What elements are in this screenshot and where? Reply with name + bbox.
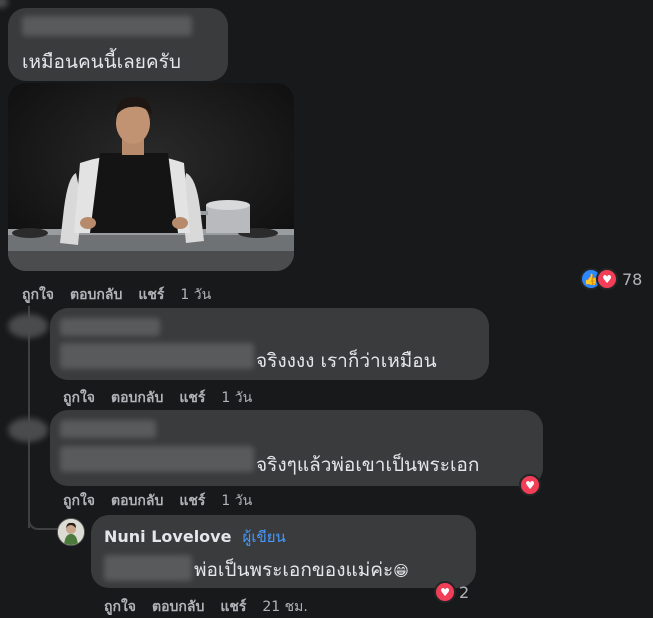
redacted-author-name [22,16,192,36]
redacted-mention [60,446,254,472]
love-icon: ♥ [519,474,541,496]
reply-text-content: พ่อเป็นพระเอกของแม่ค่ะ [194,559,394,581]
comment-photo[interactable] [8,83,294,271]
timestamp[interactable]: 1 วัน [180,284,211,306]
share-button[interactable]: แชร์ [179,490,205,512]
reaction-count: 78 [622,269,643,289]
like-button[interactable]: ถูกใจ [63,387,95,409]
share-button[interactable]: แชร์ [179,387,205,409]
redacted-mention [104,555,192,581]
author-badge: ผู้เขียน [242,528,286,546]
reply-actions: ถูกใจ ตอบกลับ แชร์ 1 วัน [63,490,268,512]
reaction-summary[interactable]: ♥ 2 [434,581,469,603]
share-button[interactable]: แชร์ [220,596,246,618]
reply-button[interactable]: ตอบกลับ [152,596,204,618]
thread-branch [28,510,58,530]
reply-text: จริงงงง เราก็ว่าเหมือน [256,350,437,372]
reply-actions: ถูกใจ ตอบกลับ แชร์ 1 วัน [63,387,268,409]
reaction-count: 2 [459,582,470,602]
redacted-author-name [60,420,156,438]
redacted-mention [60,343,254,369]
avatar-image [58,519,84,545]
comment-text: เหมือนคนนี้เลยครับ [22,51,181,73]
reply-button[interactable]: ตอบกลับ [70,284,122,306]
share-button[interactable]: แชร์ [138,284,164,306]
reply-actions: ถูกใจ ตอบกลับ แชร์ 21 ชม. [104,596,324,618]
timestamp[interactable]: 1 วัน [221,387,252,409]
reply-button[interactable]: ตอบกลับ [111,490,163,512]
reply-text: จริงๆแล้วพ่อเขาเป็นพระเอก [256,454,480,476]
comment-header: Nuni Lovelove ผู้เขียน [104,525,286,549]
reaction-summary[interactable]: 👍 ♥ 78 [580,268,642,290]
reaction-summary[interactable]: ♥ [519,474,541,496]
like-button[interactable]: ถูกใจ [104,596,136,618]
thread-line [28,306,30,528]
avatar[interactable] [8,314,48,338]
like-button[interactable]: ถูกใจ [63,490,95,512]
timestamp[interactable]: 1 วัน [221,490,252,512]
comment-actions: ถูกใจ ตอบกลับ แชร์ 1 วัน [22,284,227,306]
chef-photo-image [8,83,294,271]
love-icon: ♥ [596,268,618,290]
author-avatar[interactable] [57,518,85,546]
timestamp[interactable]: 21 ชม. [262,596,307,618]
avatar[interactable] [8,418,48,442]
author-name[interactable]: Nuni Lovelove [104,527,231,546]
reply-text: พ่อเป็นพระเอกของแม่ค่ะ😁 [194,555,409,585]
grinning-emoji: 😁 [393,562,409,580]
reply-button[interactable]: ตอบกลับ [111,387,163,409]
like-button[interactable]: ถูกใจ [22,284,54,306]
redacted-author-name [60,318,160,336]
love-icon: ♥ [434,581,456,603]
avatar[interactable] [0,0,8,8]
